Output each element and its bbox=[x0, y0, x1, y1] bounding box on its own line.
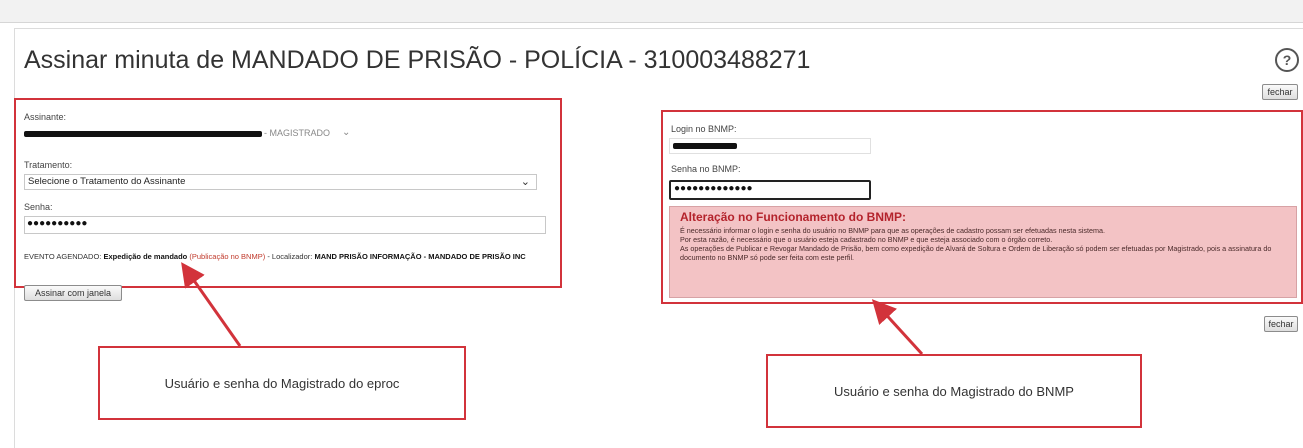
callout-bnmp: Usuário e senha do Magistrado do BNMP bbox=[766, 354, 1142, 428]
right-arrow bbox=[871, 299, 924, 356]
left-arrow bbox=[181, 262, 242, 347]
callout-bnmp-text: Usuário e senha do Magistrado do BNMP bbox=[834, 383, 1074, 399]
callout-eproc: Usuário e senha do Magistrado do eproc bbox=[98, 346, 466, 420]
callout-eproc-text: Usuário e senha do Magistrado do eproc bbox=[164, 375, 400, 391]
